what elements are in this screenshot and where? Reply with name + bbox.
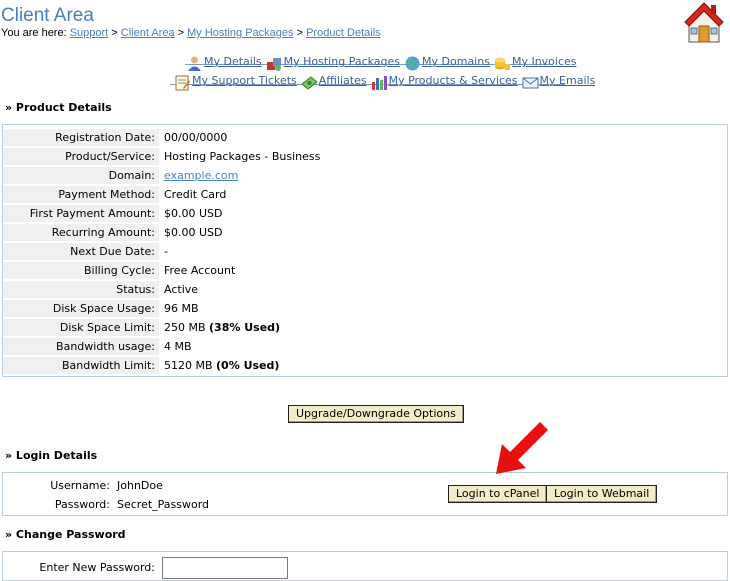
detail-row: Next Due Date: - (3, 243, 721, 260)
detail-value: Hosting Packages - Business (164, 150, 321, 163)
detail-value: 00/00/0000 (164, 131, 228, 144)
product-details-heading: » Product Details (5, 101, 112, 114)
detail-label: Bandwidth Limit: (3, 357, 159, 374)
detail-row: Billing Cycle: Free Account (3, 262, 721, 279)
nav-my-products-services[interactable]: My Products & Services (371, 70, 518, 90)
detail-label: Disk Space Limit: (3, 319, 159, 336)
nav-my-support-tickets-label[interactable]: My Support Tickets (192, 74, 297, 87)
nav-my-hosting-packages-label[interactable]: My Hosting Packages (284, 55, 400, 68)
detail-value: 250 MB (38% Used) (164, 319, 280, 336)
detail-label: Next Due Date: (3, 243, 159, 260)
detail-label: Status: (3, 281, 159, 298)
domain-link[interactable]: example.com (164, 169, 238, 182)
nav-my-hosting-packages[interactable]: My Hosting Packages (266, 51, 400, 71)
envelope-icon (522, 77, 539, 89)
username-label: Username: (4, 477, 110, 494)
nav-my-invoices-label[interactable]: My Invoices (512, 55, 577, 68)
nav-affiliates-label[interactable]: Affiliates (319, 74, 367, 87)
password-label: Password: (4, 496, 110, 513)
detail-row: Registration Date: 00/00/0000 (3, 129, 721, 146)
detail-value: Active (164, 283, 199, 296)
nav-row-2: My Support Tickets Affiliates My Product… (174, 70, 599, 91)
nav-my-emails-label[interactable]: My Emails (540, 74, 596, 87)
detail-row: Domain: example.com (3, 167, 721, 184)
detail-value: $0.00 USD (164, 226, 223, 239)
nav-my-invoices[interactable]: My Invoices (494, 51, 577, 70)
nav-my-support-tickets[interactable]: My Support Tickets (174, 70, 297, 91)
page-title: Client Area (1, 5, 94, 26)
breadcrumb-sep: > (293, 27, 307, 39)
new-password-input[interactable] (162, 557, 288, 579)
bandwidth-limit-value: 5120 MB (164, 359, 213, 372)
new-password-row: Enter New Password: (3, 559, 721, 576)
detail-label: Payment Method: (3, 186, 159, 203)
detail-row: Bandwidth usage: 4 MB (3, 338, 721, 355)
disk-usage-percent: (38% Used) (209, 321, 281, 334)
nav-my-details-label[interactable]: My Details (204, 55, 262, 68)
detail-value: 4 MB (164, 340, 192, 353)
breadcrumb-sep: > (174, 27, 188, 39)
nav-my-domains-label[interactable]: My Domains (422, 55, 490, 68)
nav-my-emails[interactable]: My Emails (522, 70, 596, 89)
red-arrow-icon (496, 422, 548, 474)
detail-row: Recurring Amount: $0.00 USD (3, 224, 721, 241)
nav-row-1: My Details My Hosting Packages My Domain… (186, 51, 581, 71)
detail-value: Free Account (164, 264, 236, 277)
login-details-heading: » Login Details (5, 449, 98, 462)
login-webmail-button[interactable]: Login to Webmail (546, 485, 658, 503)
nav-affiliates[interactable]: Affiliates (300, 70, 367, 90)
detail-value: - (164, 245, 168, 258)
detail-label: Registration Date: (3, 129, 159, 146)
detail-value: 5120 MB (0% Used) (164, 357, 279, 374)
breadcrumb: You are here: Support > Client Area > My… (1, 27, 381, 39)
breadcrumb-support[interactable]: Support (70, 27, 109, 39)
home-icon[interactable] (683, 0, 725, 44)
detail-label: Product/Service: (3, 148, 159, 165)
detail-label: Bandwidth usage: (3, 338, 159, 355)
breadcrumb-product-details[interactable]: Product Details (306, 27, 381, 39)
password-value: Secret_Password (117, 498, 210, 511)
breadcrumb-client-area[interactable]: Client Area (121, 27, 175, 39)
bar-chart-icon (371, 76, 387, 90)
username-value: JohnDoe (117, 479, 163, 492)
detail-label: Domain: (3, 167, 159, 184)
detail-value: example.com (164, 167, 238, 184)
breadcrumb-sep: > (108, 27, 121, 39)
detail-label: Disk Space Usage: (3, 300, 159, 317)
detail-label: Billing Cycle: (3, 262, 159, 279)
detail-row: Product/Service: Hosting Packages - Busin… (3, 148, 721, 165)
detail-value: 96 MB (164, 302, 199, 315)
new-password-label: Enter New Password: (3, 559, 159, 576)
nav-my-products-services-label[interactable]: My Products & Services (389, 74, 518, 87)
detail-row: Disk Space Limit: 250 MB (38% Used) (3, 319, 721, 336)
detail-row: First Payment Amount: $0.00 USD (3, 205, 721, 222)
breadcrumb-prefix: You are here: (1, 27, 70, 39)
detail-label: First Payment Amount: (3, 205, 159, 222)
change-password-heading: » Change Password (5, 528, 126, 541)
login-cpanel-button[interactable]: Login to cPanel (448, 485, 548, 503)
detail-row: Disk Space Usage: 96 MB (3, 300, 721, 317)
detail-row: Bandwidth Limit: 5120 MB (0% Used) (3, 357, 721, 374)
detail-row: Status: Active (3, 281, 721, 298)
detail-value: $0.00 USD (164, 207, 223, 220)
ticket-icon (175, 75, 190, 91)
detail-label: Recurring Amount: (3, 224, 159, 241)
upgrade-downgrade-button[interactable]: Upgrade/Downgrade Options (288, 405, 464, 423)
nav-my-domains[interactable]: My Domains (404, 51, 490, 71)
disk-limit-value: 250 MB (164, 321, 206, 334)
detail-row: Payment Method: Credit Card (3, 186, 721, 203)
detail-value: Credit Card (164, 188, 227, 201)
bandwidth-usage-percent: (0% Used) (216, 359, 280, 372)
breadcrumb-hosting-packages[interactable]: My Hosting Packages (187, 27, 293, 39)
nav-my-details[interactable]: My Details (186, 51, 262, 71)
money-icon (300, 76, 318, 90)
